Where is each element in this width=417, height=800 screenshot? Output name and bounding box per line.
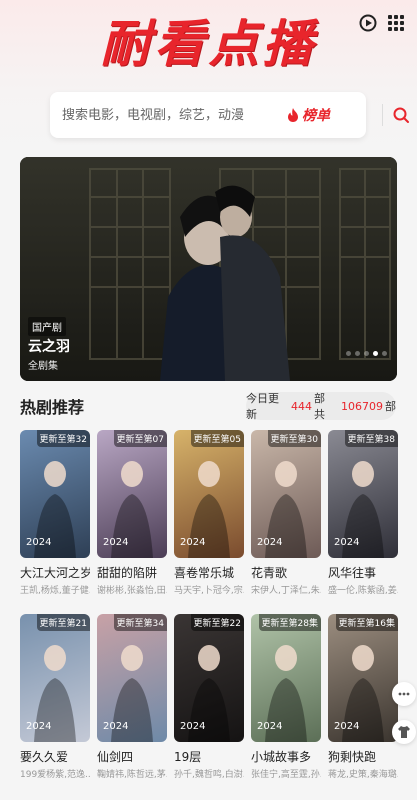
drama-title: 仙剑四	[97, 750, 134, 764]
drama-poster: 更新至第05 2024	[174, 430, 244, 558]
drama-poster: 更新至第34 2024	[97, 614, 167, 742]
grid-icon[interactable]	[385, 12, 407, 34]
drama-title: 狗剩快跑	[328, 750, 377, 764]
carousel-dots	[346, 351, 387, 356]
drama-card[interactable]: 更新至第38 2024 风华往事盛一伦,陈紫函,姜...	[328, 430, 398, 596]
drama-title: 喜卷常乐城	[174, 566, 235, 580]
drama-cast: 宋伊人,丁泽仁,朱...	[251, 586, 321, 596]
chat-icon	[398, 692, 410, 696]
fire-icon	[288, 108, 298, 122]
drama-cast: 孙千,魏哲鸣,白澍...	[174, 770, 244, 780]
total-count: 106709	[341, 399, 383, 413]
drama-cast: 鞠婧祎,陈哲远,茅...	[97, 770, 167, 780]
drama-year: 2024	[180, 721, 206, 732]
section-title: 热剧推荐	[20, 398, 85, 417]
drama-poster: 更新至第38 2024	[328, 430, 398, 558]
episode-badge: 更新至第30	[267, 430, 321, 447]
app-logo: 耐看点播	[100, 15, 317, 73]
drama-year: 2024	[103, 537, 129, 548]
drama-title: 小城故事多	[251, 750, 312, 764]
drama-year: 2024	[257, 537, 283, 548]
update-stats-badge: 今日更新 444 部 共 106709 部	[246, 392, 396, 421]
drama-card[interactable]: 更新至第07 2024 甜甜的陷阱谢彬彬,张淼怡,田...	[97, 430, 167, 596]
drama-title: 19层	[174, 750, 202, 764]
drama-cast: 马天宇,卜冠今,宗...	[174, 586, 244, 596]
episode-badge: 更新至第32	[36, 430, 90, 447]
episode-badge: 更新至第38	[344, 430, 398, 447]
drama-title: 甜甜的陷阱	[97, 566, 158, 580]
episode-badge: 更新至第05	[190, 430, 244, 447]
drama-card[interactable]: 更新至第30 2024 花青歌宋伊人,丁泽仁,朱...	[251, 430, 321, 596]
search-bar: 榜单	[50, 92, 409, 138]
banner-category-tag: 国产剧	[28, 317, 66, 336]
episode-badge: 更新至第22	[190, 614, 244, 631]
episode-badge: 更新至第07	[113, 430, 167, 447]
drama-poster: 更新至第28集 2024	[251, 614, 321, 742]
episode-badge: 更新至第28集	[258, 614, 321, 631]
drama-poster: 更新至第07 2024	[97, 430, 167, 558]
drama-cast: 王凯,杨烁,董子健...	[20, 586, 90, 596]
search-input[interactable]	[62, 92, 282, 138]
episode-badge: 更新至第34	[113, 614, 167, 631]
drama-title: 花青歌	[251, 566, 288, 580]
search-divider	[382, 104, 383, 126]
drama-card[interactable]: 更新至第22 2024 19层孙千,魏哲鸣,白澍...	[174, 614, 244, 780]
drama-poster: 更新至第21 2024	[20, 614, 90, 742]
drama-card[interactable]: 更新至第21 2024 要久久爱 199爱杨紫,范逸...	[20, 614, 90, 780]
drama-poster: 更新至第22 2024	[174, 614, 244, 742]
today-update-count: 444	[291, 399, 313, 413]
featured-banner[interactable]: 国产剧 云之羽 全剧集	[20, 157, 397, 381]
drama-poster: 更新至第16集 2024	[328, 614, 398, 742]
drama-year: 2024	[26, 721, 52, 732]
drama-title: 风华往事	[328, 566, 377, 580]
rank-button[interactable]: 榜单	[286, 104, 330, 126]
drama-year: 2024	[103, 721, 129, 732]
episode-badge: 更新至第21	[36, 614, 90, 631]
search-icon[interactable]	[390, 104, 412, 126]
drama-card[interactable]: 更新至第16集 2024 狗剩快跑蒋龙,史策,秦海璐...	[328, 614, 398, 780]
drama-year: 2024	[334, 537, 360, 548]
banner-subtitle: 全剧集	[28, 361, 58, 372]
drama-year: 2024	[180, 537, 206, 548]
drama-cast: 张佳宁,高至霆,孙...	[251, 770, 321, 780]
drama-year: 2024	[334, 721, 360, 732]
drama-year: 2024	[257, 721, 283, 732]
episode-badge: 更新至第16集	[335, 614, 398, 631]
drama-card[interactable]: 更新至第28集 2024 小城故事多张佳宁,高至霆,孙...	[251, 614, 321, 780]
drama-year: 2024	[26, 537, 52, 548]
shirt-float-button[interactable]	[392, 720, 416, 744]
rank-label: 榜单	[302, 108, 330, 124]
drama-cast: 199爱杨紫,范逸...	[20, 770, 90, 780]
drama-cast: 谢彬彬,张淼怡,田...	[97, 586, 167, 596]
drama-cast: 盛一伦,陈紫函,姜...	[328, 586, 398, 596]
banner-image	[20, 157, 397, 381]
drama-title: 大江大河之岁...	[20, 566, 90, 580]
drama-poster: 更新至第30 2024	[251, 430, 321, 558]
play-circle-icon[interactable]	[357, 12, 379, 34]
chat-float-button[interactable]	[392, 682, 416, 706]
banner-title: 云之羽	[28, 339, 70, 355]
drama-poster: 更新至第32 2024	[20, 430, 90, 558]
drama-card[interactable]: 更新至第34 2024 仙剑四鞠婧祎,陈哲远,茅...	[97, 614, 167, 780]
shirt-icon	[398, 726, 410, 738]
drama-cast: 蒋龙,史策,秦海璐...	[328, 770, 398, 780]
drama-title: 要久久爱	[20, 750, 69, 764]
drama-card[interactable]: 更新至第05 2024 喜卷常乐城马天宇,卜冠今,宗...	[174, 430, 244, 596]
drama-card[interactable]: 更新至第32 2024 大江大河之岁... 王凯,杨烁,董子健...	[20, 430, 90, 596]
